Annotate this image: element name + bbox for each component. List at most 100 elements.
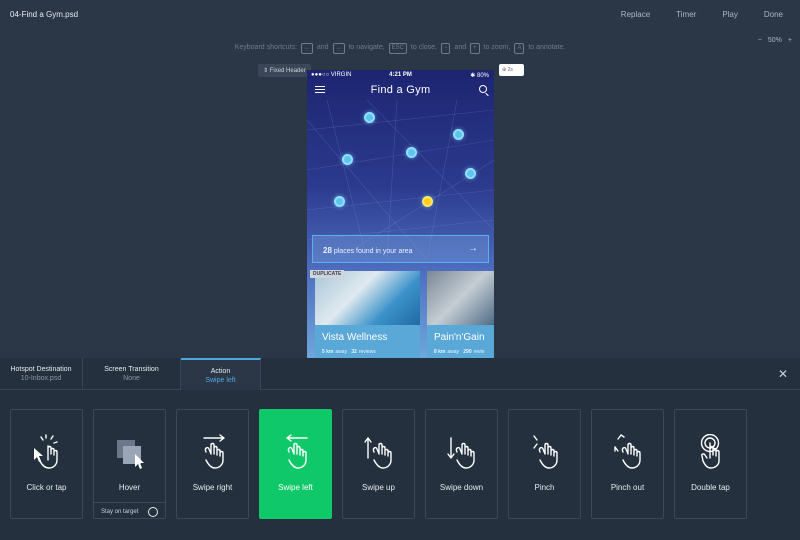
battery: ✱ 80%	[470, 73, 489, 79]
places-label: places found in your area	[333, 248, 413, 255]
key-a: A	[514, 43, 525, 54]
status-time: 4:21 PM	[389, 72, 412, 78]
hotspot-delay-tag[interactable]: ⊕ 2s	[499, 64, 524, 76]
close-icon[interactable]: ✕	[778, 367, 788, 381]
gesture-pinch-out[interactable]: Pinch out	[591, 409, 664, 519]
gesture-label: Hover	[118, 483, 141, 492]
distance-label: away	[335, 349, 348, 355]
gesture-label: Pinch	[534, 483, 555, 492]
shortcuts-lead: Keyboard shortcuts:	[234, 44, 297, 51]
shortcut-text: and	[316, 44, 329, 51]
gym-card[interactable]: Vista Wellness 5 km away 32 reviews	[315, 271, 420, 360]
places-found-text: 28 places found in your area	[323, 246, 412, 255]
distance-label: away	[447, 349, 460, 355]
gym-reviews: 290	[463, 349, 472, 355]
stay-on-target-label: Stay on target	[101, 509, 139, 515]
gym-name: Pain'n'Gain	[434, 332, 485, 343]
map-pin-icon[interactable]	[342, 154, 353, 165]
gym-name: Vista Wellness	[322, 332, 388, 343]
file-name: 04-Find a Gym.psd	[10, 10, 79, 19]
fixed-header-toggle[interactable]: ⇕ Fixed Header	[258, 64, 311, 77]
keyboard-shortcuts: Keyboard shortcuts: ← and → to navigate,…	[0, 43, 800, 54]
gesture-swipe-right[interactable]: Swipe right	[176, 409, 249, 519]
key-esc: ESC	[388, 43, 407, 54]
gesture-label: Swipe up	[362, 483, 395, 492]
gesture-swipe-up[interactable]: Swipe up	[342, 409, 415, 519]
top-bar: 04-Find a Gym.psd Replace Timer Play Don…	[0, 0, 800, 30]
shortcut-text: to close,	[410, 44, 437, 51]
phone-preview: ●●●○○ VIRGIN 4:21 PM ✱ 80% Find a Gym 28…	[307, 70, 494, 360]
app-title: Find a Gym	[370, 84, 431, 96]
shortcut-text: to annotate.	[528, 44, 566, 51]
gesture-swipe-down[interactable]: Swipe down	[425, 409, 498, 519]
gesture-pinch[interactable]: Pinch	[508, 409, 581, 519]
play-button[interactable]: Play	[722, 10, 738, 19]
map-pin-icon[interactable]	[334, 196, 345, 207]
map-pin-icon[interactable]	[364, 112, 375, 123]
places-count: 28	[323, 246, 332, 255]
key-plus: +	[470, 43, 480, 54]
gym-card[interactable]: Pain'n'Gain 8 km away 290 revie	[427, 271, 494, 360]
gym-distance: 5 km	[322, 349, 334, 355]
gym-photo	[427, 271, 494, 325]
tab-hotspot-destination[interactable]: Hotspot Destination 10-Inbox.psd	[0, 358, 83, 390]
top-actions: Replace Timer Play Done	[595, 10, 783, 19]
gesture-label: Double tap	[691, 483, 730, 492]
done-button[interactable]: Done	[764, 10, 783, 19]
gesture-label: Swipe right	[192, 483, 233, 492]
gym-reviews: 32	[351, 349, 357, 355]
timer-button[interactable]: Timer	[676, 10, 696, 19]
tab-title: Hotspot Destination	[10, 366, 72, 373]
key-right: →	[332, 43, 345, 54]
search-icon[interactable]	[479, 85, 487, 93]
map-pin-icon[interactable]	[465, 168, 476, 179]
panel-tabs: Hotspot Destination 10-Inbox.psd Screen …	[0, 358, 800, 390]
gesture-swipe-left[interactable]: Swipe left	[259, 409, 332, 519]
status-bar: ●●●○○ VIRGIN 4:21 PM ✱ 80%	[307, 70, 494, 80]
duplicate-badge: DUPLICATE	[310, 270, 345, 278]
gesture-label: Swipe left	[278, 483, 313, 492]
swipe-up-icon	[364, 437, 392, 469]
gesture-label: Swipe down	[439, 483, 484, 492]
swipe-left-icon	[286, 434, 308, 469]
map-pin-icon[interactable]	[406, 147, 417, 158]
stay-on-target-option[interactable]: Stay on target	[94, 502, 165, 520]
tab-title: Action	[210, 368, 231, 375]
arrow-right-icon: →	[468, 243, 478, 254]
swipe-down-icon	[447, 437, 475, 469]
reviews-label: revie	[473, 349, 485, 355]
gym-photo	[315, 271, 420, 325]
gesture-label: Click or tap	[26, 483, 67, 492]
gesture-hover[interactable]: Hover Stay on target	[93, 409, 166, 519]
swipe-right-icon	[203, 434, 225, 469]
key-left: ←	[300, 43, 313, 54]
tab-action[interactable]: Action Swipe left	[181, 358, 261, 390]
map-pin-icon[interactable]	[453, 129, 464, 140]
gym-meta: 8 km away 290 revie	[434, 349, 484, 355]
double-tap-icon	[700, 434, 720, 469]
key-minus: −	[440, 43, 451, 54]
pinch-out-icon	[614, 434, 641, 469]
shortcut-text: and	[454, 44, 467, 51]
stay-on-target-radio[interactable]	[148, 507, 158, 517]
tab-value: 10-Inbox.psd	[20, 375, 62, 382]
tab-value: Swipe left	[205, 377, 236, 384]
gesture-click-or-tap[interactable]: Click or tap	[10, 409, 83, 519]
replace-button[interactable]: Replace	[621, 10, 650, 19]
hover-icon	[117, 440, 144, 469]
places-found-bar[interactable]: 28 places found in your area →	[312, 235, 489, 263]
tab-value: None	[123, 375, 140, 382]
gym-distance: 8 km	[434, 349, 446, 355]
hotspot-panel: Hotspot Destination 10-Inbox.psd Screen …	[0, 358, 800, 540]
gesture-double-tap[interactable]: Double tap	[674, 409, 747, 519]
reviews-label: reviews	[358, 349, 376, 355]
tab-title: Screen Transition	[104, 366, 159, 373]
gym-meta: 5 km away 32 reviews	[322, 349, 376, 355]
pinch-icon	[533, 435, 558, 469]
tap-cursor-icon	[34, 434, 58, 469]
shortcut-text: to navigate,	[348, 44, 385, 51]
selected-map-pin-icon[interactable]	[422, 196, 433, 207]
shortcut-text: to zoom,	[483, 44, 511, 51]
tab-screen-transition[interactable]: Screen Transition None	[83, 358, 181, 390]
gesture-label: Pinch out	[610, 483, 645, 492]
